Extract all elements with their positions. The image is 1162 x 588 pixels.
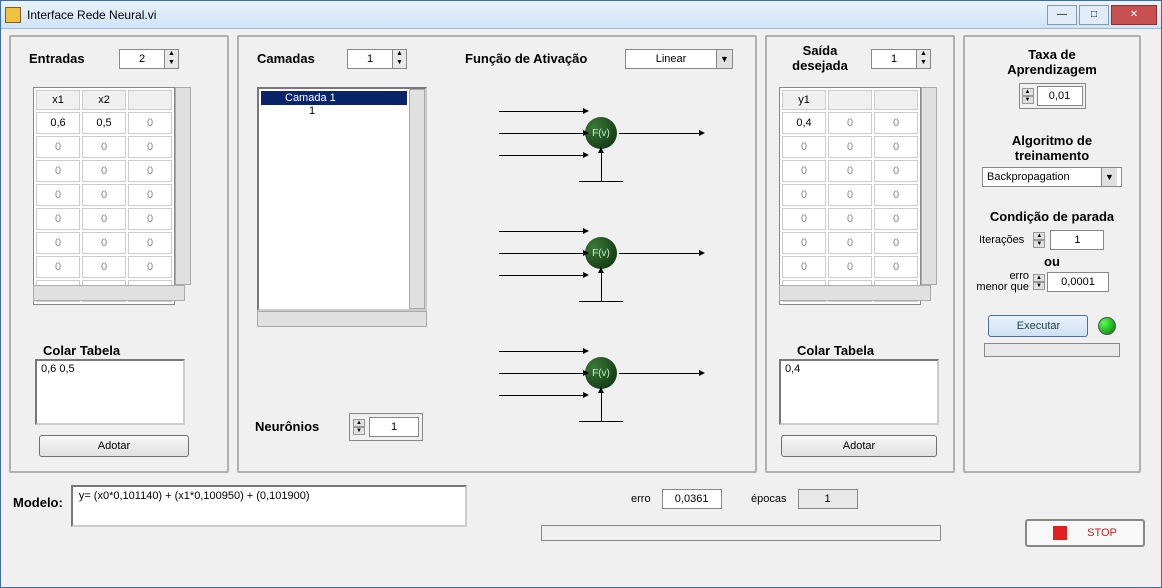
adotar-saida-button[interactable]: Adotar [781, 435, 937, 457]
erro-menor-label: erro menor que [975, 271, 1029, 293]
saida-count-spinner[interactable]: 1 ▲▼ [871, 49, 931, 69]
chevron-down-icon: ▼ [716, 50, 732, 68]
stop-icon [1053, 526, 1067, 540]
saida-panel: Saída desejada 1 ▲▼ y1 0,400 000 000 0 [765, 35, 955, 473]
neuron-diagram: F(v) F(v) F(v) [469, 87, 749, 447]
iter-value[interactable]: 1 [1050, 230, 1104, 250]
col-header[interactable]: y1 [782, 90, 826, 110]
erro-value: 0,0361 [662, 489, 722, 509]
col-header[interactable]: x2 [82, 90, 126, 110]
tree-hscroll[interactable] [257, 311, 427, 327]
table-vscroll[interactable] [175, 87, 191, 285]
colar-tabela-input[interactable] [779, 359, 939, 425]
entradas-panel: Entradas 2 ▲▼ x1 x2 0,60,50 000 000 000 … [9, 35, 229, 473]
taxa-value[interactable]: 0,01 [1037, 86, 1083, 106]
app-window: Interface Rede Neural.vi — □ ✕ Entradas … [0, 0, 1162, 588]
iter-label: Iterações [979, 234, 1024, 246]
main-area: Entradas 2 ▲▼ x1 x2 0,60,50 000 000 000 … [1, 29, 1161, 587]
status-led [1098, 317, 1116, 335]
iter-spin[interactable]: ▲▼ [1033, 232, 1045, 248]
neuron-node: F(v) [585, 357, 617, 389]
saida-table[interactable]: y1 0,400 000 000 000 000 000 000 000 [779, 87, 921, 305]
direita-panel: Taxa de Aprendizagem ▲▼ 0,01 Algoritmo d… [963, 35, 1141, 473]
ativacao-label: Função de Ativação [465, 51, 587, 66]
col-header[interactable] [128, 90, 172, 110]
adotar-entradas-button[interactable]: Adotar [39, 435, 189, 457]
erro-label: erro [631, 493, 651, 505]
erro-menor-value[interactable]: 0,0001 [1047, 272, 1109, 292]
erro-spin[interactable]: ▲▼ [1033, 274, 1045, 290]
entradas-table[interactable]: x1 x2 0,60,50 000 000 000 000 000 000 00… [33, 87, 175, 305]
spin-up-icon[interactable]: ▲ [392, 50, 406, 59]
window-title: Interface Rede Neural.vi [27, 8, 1045, 22]
close-button[interactable]: ✕ [1111, 5, 1157, 25]
col-header[interactable]: x1 [36, 90, 80, 110]
maximize-button[interactable]: □ [1079, 5, 1109, 25]
titlebar: Interface Rede Neural.vi — □ ✕ [1, 1, 1161, 29]
algo-label: Algoritmo de treinamento [965, 133, 1139, 163]
camadas-count-spinner[interactable]: 1 ▲▼ [347, 49, 407, 69]
neuron-node: F(v) [585, 117, 617, 149]
camadas-panel: Camadas 1 ▲▼ Função de Ativação Linear ▼… [237, 35, 757, 473]
algo-combo[interactable]: Backpropagation ▼ [982, 167, 1122, 187]
modelo-output[interactable]: y= (x0*0,101140) + (x1*0,100950) + (0,10… [71, 485, 467, 527]
taxa-label: Taxa de Aprendizagem [965, 47, 1139, 77]
tree-vscroll[interactable] [409, 89, 425, 309]
table-hscroll[interactable] [33, 285, 185, 301]
progress-bar [984, 343, 1120, 357]
minimize-button[interactable]: — [1047, 5, 1077, 25]
neuronios-label: Neurônios [255, 419, 319, 434]
tree-item-selected[interactable]: Camada 1 [261, 91, 407, 105]
col-header[interactable] [874, 90, 918, 110]
bottom-slider[interactable] [541, 525, 941, 541]
colar-tabela-label: Colar Tabela [797, 343, 874, 358]
table-vscroll[interactable] [921, 87, 937, 285]
modelo-label: Modelo: [13, 495, 63, 510]
neuronios-spin[interactable]: ▲▼ [353, 419, 365, 435]
saida-label: Saída desejada [785, 43, 855, 73]
spin-up-icon[interactable]: ▲ [916, 50, 930, 59]
stop-button[interactable]: STOP [1025, 519, 1145, 547]
col-header[interactable] [828, 90, 872, 110]
camadas-tree[interactable]: Camada 1 1 [257, 87, 427, 311]
ativacao-combo[interactable]: Linear ▼ [625, 49, 733, 69]
table-hscroll[interactable] [779, 285, 931, 301]
spin-up-icon[interactable]: ▲ [164, 50, 178, 59]
tree-item-child[interactable]: 1 [261, 105, 407, 117]
labview-icon [5, 7, 21, 23]
camadas-label: Camadas [257, 51, 315, 66]
entradas-count-spinner[interactable]: 2 ▲▼ [119, 49, 179, 69]
entradas-label: Entradas [29, 51, 85, 66]
taxa-spin[interactable]: ▲▼ [1022, 88, 1034, 104]
colar-tabela-label: Colar Tabela [43, 343, 120, 358]
ou-label: ou [965, 254, 1139, 269]
spin-down-icon[interactable]: ▼ [916, 59, 930, 68]
spin-down-icon[interactable]: ▼ [392, 59, 406, 68]
epocas-label: épocas [751, 493, 786, 505]
chevron-down-icon: ▼ [1101, 168, 1117, 186]
spin-down-icon[interactable]: ▼ [164, 59, 178, 68]
neuron-node: F(v) [585, 237, 617, 269]
cond-label: Condição de parada [965, 209, 1139, 224]
executar-button[interactable]: Executar [988, 315, 1088, 337]
colar-tabela-input[interactable] [35, 359, 185, 425]
epocas-value: 1 [798, 489, 858, 509]
neuronios-value[interactable]: 1 [369, 417, 419, 437]
